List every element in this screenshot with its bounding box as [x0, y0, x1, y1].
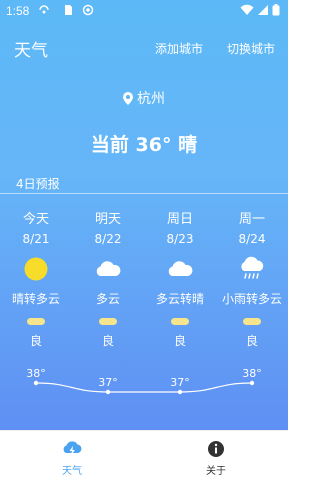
- day-date: 8/21: [22, 232, 50, 246]
- aqi-indicator: [171, 318, 189, 325]
- temperature-label: 38°: [242, 367, 262, 380]
- forecast-days: 今天 8/21 晴转多云 良 明天 8/22 多云 良 周日 8/23 多云转晴…: [0, 200, 288, 360]
- status-bar: 1:58: [0, 0, 288, 22]
- location: 杭州: [0, 88, 288, 108]
- temperature-point: [33, 380, 39, 386]
- day-name: 周日: [166, 212, 193, 227]
- day-name: 明天: [94, 212, 121, 227]
- day-description: 晴转多云: [11, 292, 60, 306]
- location-pin-icon: [123, 92, 133, 105]
- weather-app: 1:58 天气 添加城市 切换城市 杭州 当前 36° 晴 4日预报 今天 8/…: [0, 0, 288, 430]
- weather-tab-icon: [63, 441, 82, 456]
- temperature-point: [249, 380, 255, 386]
- temperature-point: [177, 389, 183, 395]
- temperature-chart: 38° 37° 37° 38°: [26, 367, 262, 395]
- temperature-point: [105, 389, 111, 395]
- temperature-label: 38°: [26, 367, 46, 380]
- app-title: 天气: [14, 41, 48, 61]
- day-description: 多云: [95, 292, 120, 306]
- sun-icon: [24, 257, 48, 281]
- current-weather: 当前 36° 晴: [90, 134, 198, 156]
- rain-cloud-icon: [241, 256, 264, 279]
- aqi-label: 良: [245, 334, 258, 348]
- aqi-label: 良: [101, 334, 114, 348]
- cloud-icon: [96, 261, 121, 276]
- aqi-label: 良: [173, 334, 186, 348]
- info-icon: [208, 441, 224, 457]
- aqi-indicator: [99, 318, 117, 325]
- status-time: 1:58: [6, 4, 30, 18]
- day-description: 小雨转多云: [221, 292, 282, 306]
- aqi-indicator: [27, 318, 45, 325]
- tab-weather-label: 天气: [62, 466, 82, 477]
- day-name: 周一: [238, 212, 265, 227]
- divider: [0, 193, 288, 194]
- aqi-indicator: [243, 318, 261, 325]
- notification-icon: [39, 5, 49, 14]
- add-city-button[interactable]: 添加城市: [155, 40, 203, 57]
- sim-card-icon: [65, 5, 72, 15]
- day-date: 8/23: [166, 232, 194, 246]
- cloud-icon: [168, 261, 193, 276]
- temperature-label: 37°: [98, 376, 118, 389]
- temperature-label: 37°: [170, 376, 190, 389]
- tab-weather[interactable]: 天气: [0, 431, 144, 480]
- temperature-line: [35, 382, 253, 393]
- signal-icon: [258, 5, 268, 15]
- switch-city-button[interactable]: 切换城市: [227, 40, 275, 57]
- wifi-icon: [240, 4, 254, 15]
- tab-about[interactable]: 关于: [144, 431, 288, 480]
- forecast-label: 4日预报: [16, 177, 60, 191]
- aqi-label: 良: [29, 334, 42, 348]
- toolbar: 天气 添加城市 切换城市: [0, 32, 288, 62]
- tab-about-label: 关于: [206, 466, 226, 477]
- data-saver-icon: [82, 4, 94, 16]
- day-date: 8/24: [238, 232, 266, 246]
- city-name: 杭州: [137, 91, 165, 107]
- tab-bar: 天气 关于: [0, 430, 288, 480]
- day-description: 多云转晴: [155, 292, 204, 306]
- battery-icon: [272, 4, 280, 16]
- day-name: 今天: [22, 212, 49, 227]
- day-date: 8/22: [94, 232, 122, 246]
